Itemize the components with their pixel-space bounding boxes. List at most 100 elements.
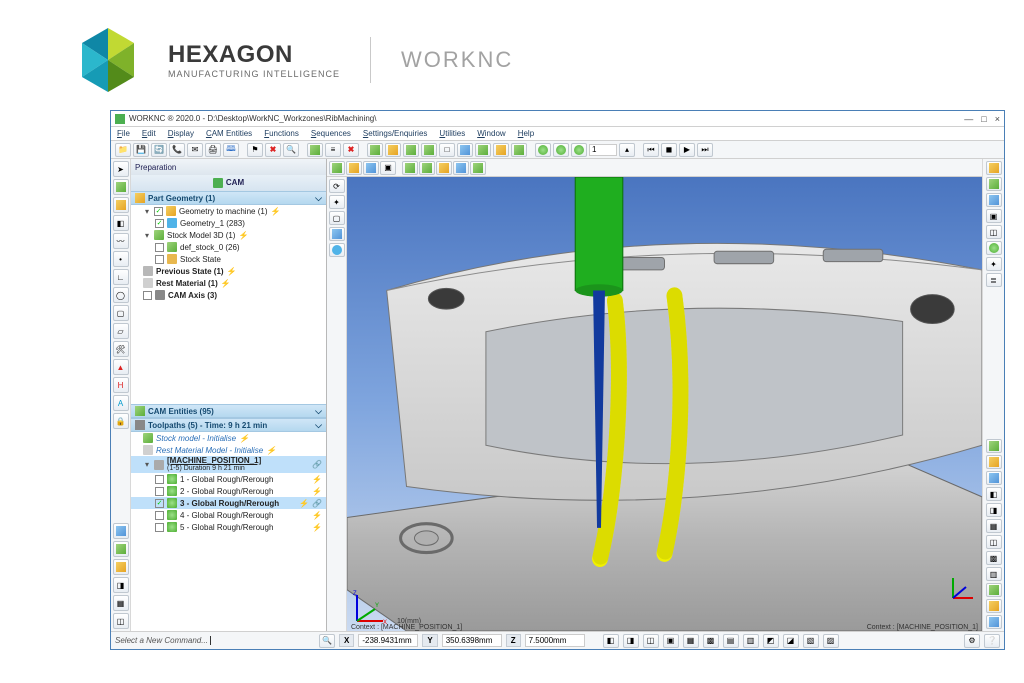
tool-help-icon[interactable]: 🕮 (223, 143, 239, 157)
menu-sequences[interactable]: Sequences (311, 129, 351, 138)
checkbox[interactable] (155, 475, 164, 484)
lt-plane-icon[interactable]: ▱ (113, 323, 129, 339)
tool-cube2-icon[interactable] (385, 143, 401, 157)
menu-utilities[interactable]: Utilities (439, 129, 465, 138)
tool-save-icon[interactable]: 💾 (133, 143, 149, 157)
tool-print-icon[interactable]: 🖨 (205, 143, 221, 157)
st-help-icon[interactable]: ❔ (984, 634, 1000, 648)
st-b12-icon[interactable]: ▨ (823, 634, 839, 648)
tool-spin-input[interactable] (589, 144, 617, 156)
tool-cancel-icon[interactable]: ✖ (343, 143, 359, 157)
section-toolpaths[interactable]: Toolpaths (5) - Time: 9 h 21 min ⌵ (131, 418, 326, 432)
lt-box2-icon[interactable] (113, 541, 129, 557)
tool-sphere3-icon[interactable] (571, 143, 587, 157)
rt-layers-icon[interactable]: ≣ (986, 273, 1002, 287)
lt-point-icon[interactable]: • (113, 251, 129, 267)
tool-sphere-icon[interactable] (535, 143, 551, 157)
rt-g6-icon[interactable]: ▦ (986, 519, 1002, 533)
rt-cube4-icon[interactable]: ▣ (986, 209, 1002, 223)
tool-play-icon[interactable]: ▶ (679, 143, 695, 157)
rt-cube3-icon[interactable] (986, 193, 1002, 207)
rt-g9-icon[interactable]: ▥ (986, 567, 1002, 581)
checkbox[interactable] (155, 487, 164, 496)
tool-spin-up-icon[interactable]: ▴ (619, 143, 635, 157)
tool-delete-icon[interactable]: ✖ (265, 143, 281, 157)
rt-cube-icon[interactable] (986, 161, 1002, 175)
expand-icon[interactable]: ▾ (143, 207, 151, 216)
item-cam-axis[interactable]: CAM Axis (3) (131, 289, 326, 301)
coord-x-value[interactable]: -238.9431mm (358, 634, 418, 647)
item-stock-state[interactable]: Stock State (131, 253, 326, 265)
tp-4[interactable]: 4 - Global Rough/Rerough ⚡ (131, 509, 326, 521)
tool-cube1-icon[interactable] (367, 143, 383, 157)
rt-box-icon[interactable]: ◫ (986, 225, 1002, 239)
rt-g5-icon[interactable]: ◨ (986, 503, 1002, 517)
rt-g7-icon[interactable]: ◫ (986, 535, 1002, 549)
st-b4-icon[interactable]: ▣ (663, 634, 679, 648)
tool-lines-icon[interactable]: ≡ (325, 143, 341, 157)
tp-machine-position[interactable]: ▾ [MACHINE_POSITION_1] (1-5) Duration 9 … (131, 456, 326, 473)
coord-y-value[interactable]: 350.6398mm (442, 634, 502, 647)
vt-cube2-icon[interactable] (346, 161, 362, 175)
menu-display[interactable]: Display (168, 129, 194, 138)
rt-g2-icon[interactable] (986, 455, 1002, 469)
item-geometry-to-machine[interactable]: ▾ Geometry to machine (1) ⚡ (131, 205, 326, 217)
tool-open-icon[interactable]: 📁 (115, 143, 131, 157)
vt-cube3-icon[interactable] (363, 161, 379, 175)
tool-phone-icon[interactable]: 📞 (169, 143, 185, 157)
tool-cubes-icon[interactable] (307, 143, 323, 157)
lt-box4-icon[interactable]: ◨ (113, 577, 129, 593)
menu-cam-entities[interactable]: CAM Entities (206, 129, 252, 138)
st-b11-icon[interactable]: ▧ (803, 634, 819, 648)
maximize-button[interactable]: □ (981, 114, 986, 124)
section-cam-entities[interactable]: CAM Entities (95) ⌵ (131, 404, 326, 418)
item-previous-state[interactable]: Previous State (1) ⚡ (131, 265, 326, 277)
lt-curve-icon[interactable]: 〰 (113, 233, 129, 249)
expand-icon[interactable]: ▾ (143, 231, 151, 240)
checkbox[interactable] (155, 511, 164, 520)
rt-g8-icon[interactable]: ▩ (986, 551, 1002, 565)
tool-cube4-icon[interactable] (421, 143, 437, 157)
st-b3-icon[interactable]: ◫ (643, 634, 659, 648)
lt-color-icon[interactable]: ▲ (113, 359, 129, 375)
tool-zoom-icon[interactable]: 🔍 (283, 143, 299, 157)
lt-box5-icon[interactable]: ▦ (113, 595, 129, 611)
st-b2-icon[interactable]: ◨ (623, 634, 639, 648)
checkbox[interactable] (155, 499, 164, 508)
lt-select-icon[interactable]: ➤ (113, 161, 129, 177)
tool-refresh-icon[interactable]: 🔄 (151, 143, 167, 157)
tool-prev-icon[interactable]: ⏮ (643, 143, 659, 157)
lt-tool-icon[interactable]: 🛠 (113, 341, 129, 357)
rt-sphere-icon[interactable] (986, 241, 1002, 255)
rt-g12-icon[interactable] (986, 615, 1002, 629)
st-b8-icon[interactable]: ▥ (743, 634, 759, 648)
command-prompt[interactable]: Select a New Command... (115, 636, 315, 645)
tool-sphere2-icon[interactable] (553, 143, 569, 157)
status-zoom-icon[interactable]: 🔍 (319, 634, 335, 648)
tool-cube3-icon[interactable] (403, 143, 419, 157)
minimize-button[interactable]: — (964, 114, 973, 124)
lt-pocket-icon[interactable]: ▢ (113, 305, 129, 321)
rt-g3-icon[interactable] (986, 471, 1002, 485)
item-geometry-1[interactable]: Geometry_1 (283) (131, 217, 326, 229)
vl-cube-icon[interactable] (329, 227, 345, 241)
rt-g10-icon[interactable] (986, 583, 1002, 597)
item-rest-material[interactable]: Rest Material (1) ⚡ (131, 277, 326, 289)
lt-hole-icon[interactable]: ◯ (113, 287, 129, 303)
vt-cube8-icon[interactable] (453, 161, 469, 175)
st-settings-icon[interactable]: ⚙ (964, 634, 980, 648)
menu-edit[interactable]: Edit (142, 129, 156, 138)
item-def-stock[interactable]: def_stock_0 (26) (131, 241, 326, 253)
vl-axes-icon[interactable]: ✦ (329, 195, 345, 209)
tool-cube8-icon[interactable] (511, 143, 527, 157)
tab-preparation[interactable]: Preparation (135, 163, 176, 172)
tool-box-icon[interactable]: □ (439, 143, 455, 157)
tab-cam[interactable]: CAM (213, 178, 244, 188)
vt-cube4-icon[interactable]: ▣ (380, 161, 396, 175)
tp-3[interactable]: 3 - Global Rough/Rerough ⚡ 🔗 (131, 497, 326, 509)
vl-refresh-icon[interactable]: ⟳ (329, 179, 345, 193)
st-b9-icon[interactable]: ◩ (763, 634, 779, 648)
menu-help[interactable]: Help (518, 129, 534, 138)
vt-cube9-icon[interactable] (470, 161, 486, 175)
section-collapse-icon[interactable]: ⌵ (315, 420, 322, 431)
